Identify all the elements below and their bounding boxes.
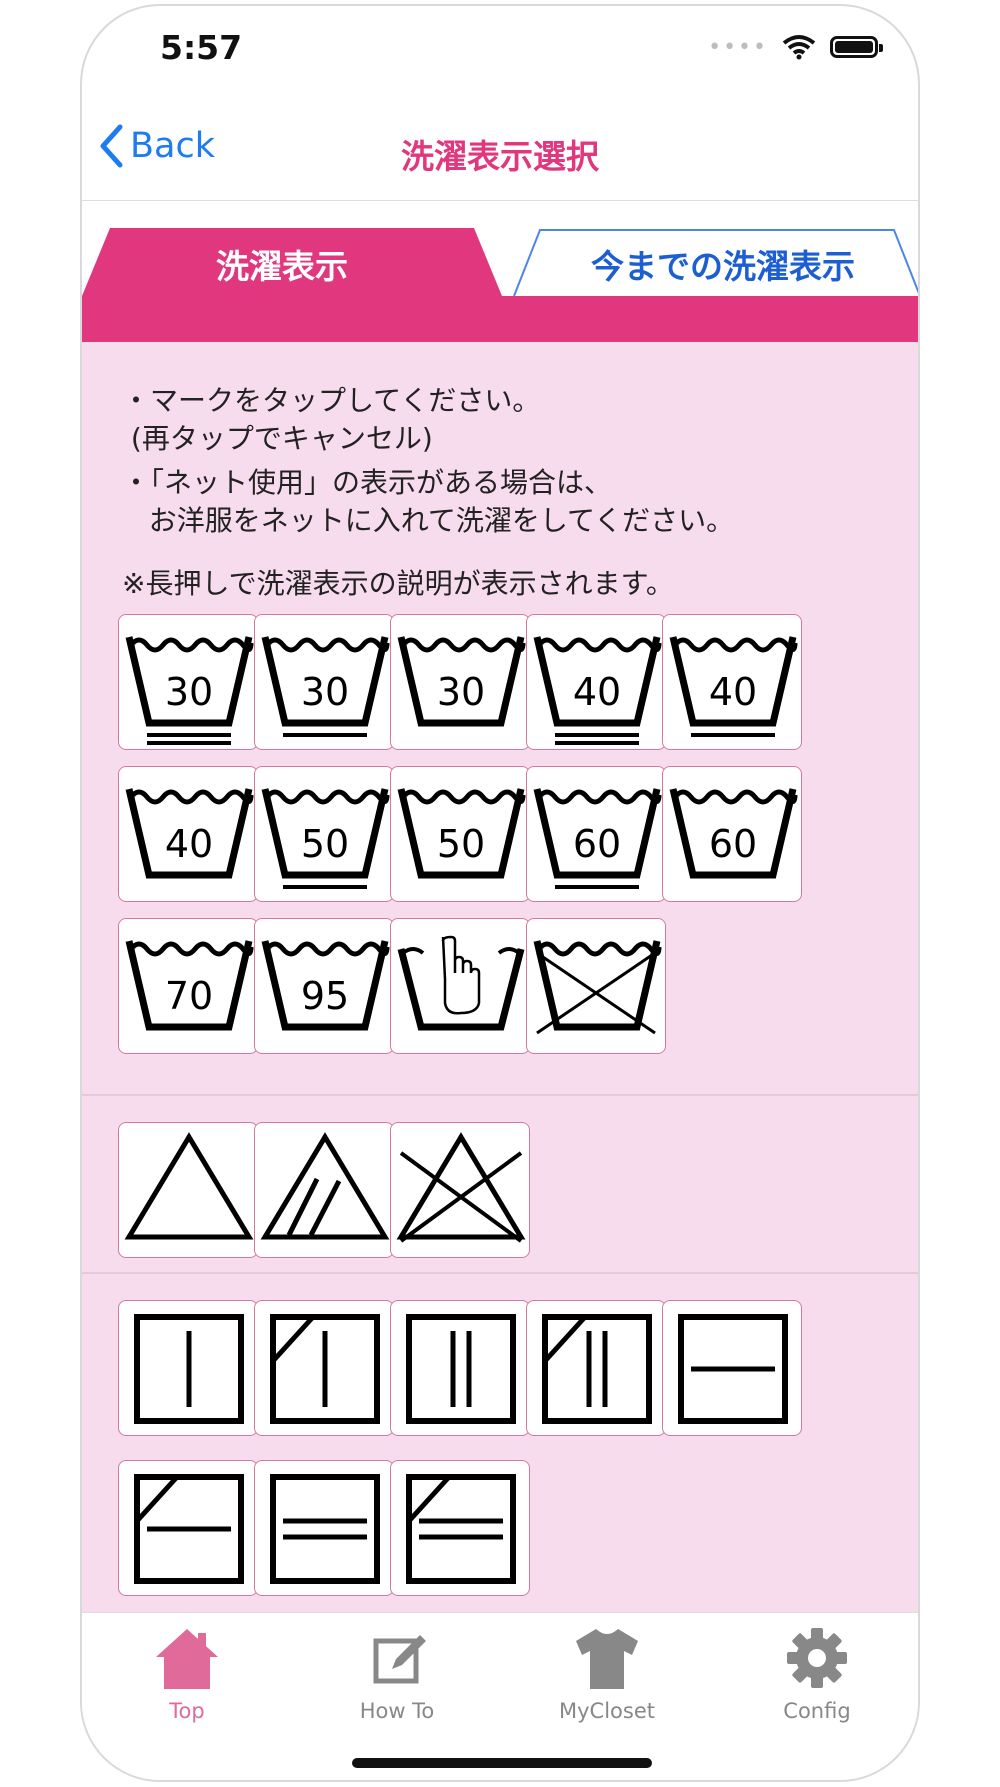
symbol-tile[interactable]: 95 <box>254 918 394 1054</box>
wash-temp-label: 95 <box>301 974 349 1018</box>
tabbar-item-config[interactable]: Config <box>732 1625 902 1723</box>
symbol-tile[interactable] <box>118 1122 258 1258</box>
symbol-tile[interactable]: 30 <box>118 614 258 750</box>
hand-wash-icon <box>397 935 525 1031</box>
symbol-tile[interactable] <box>526 1300 666 1436</box>
symbol-tile[interactable] <box>390 1460 530 1596</box>
cellular-signal-icon: •••• <box>708 34 768 60</box>
status-icons: •••• <box>708 34 883 60</box>
home-indicator <box>352 1758 652 1768</box>
symbol-tile[interactable] <box>526 918 666 1054</box>
tshirt-icon <box>576 1629 638 1689</box>
symbol-tile[interactable] <box>254 1122 394 1258</box>
drip-dry-icon <box>406 1314 516 1424</box>
edit-icon <box>373 1635 426 1684</box>
drip-dry-shade-icon <box>542 1314 652 1424</box>
tab-previous-symbols[interactable]: 今までの洗濯表示 <box>508 228 918 297</box>
symbol-tile[interactable] <box>254 1300 394 1436</box>
line-dry-icon <box>134 1314 244 1424</box>
device-frame: 5:57 •••• Back 洗濯表示選択 洗濯表示 今までの洗濯表示 ・マーク… <box>80 4 920 1782</box>
wash-temp-label: 50 <box>301 822 349 866</box>
gear-icon <box>787 1628 847 1688</box>
wash-95-icon: 95 <box>261 940 390 1031</box>
navigation-bar: Back 洗濯表示選択 <box>82 102 918 201</box>
do-not-bleach-icon <box>396 1132 526 1243</box>
wifi-icon <box>782 35 816 60</box>
wash-40-icon: 40 <box>669 636 798 737</box>
wash-60-icon: 60 <box>669 788 798 879</box>
flat-dry-icon <box>678 1314 788 1424</box>
wash-30-icon: 30 <box>261 636 390 737</box>
wash-40-icon: 40 <box>533 636 662 745</box>
tab-underline-band <box>82 296 918 342</box>
instruction-line: お洋服をネットに入れて洗濯をしてください。 <box>122 504 735 537</box>
tab-washing-symbols-label: 洗濯表示 <box>216 247 348 286</box>
wash-70-icon: 70 <box>125 940 254 1031</box>
section-divider <box>82 1094 918 1096</box>
tabbar-item-howto[interactable]: How To <box>312 1625 482 1723</box>
instruction-line: (再タップでキャンセル) <box>122 422 433 455</box>
symbol-tile[interactable] <box>662 1300 802 1436</box>
symbol-tile[interactable]: 30 <box>254 614 394 750</box>
wash-temp-label: 40 <box>709 670 757 714</box>
symbol-tile[interactable]: 70 <box>118 918 258 1054</box>
oxygen-bleach-only-icon <box>260 1132 390 1240</box>
symbol-tile[interactable]: 50 <box>390 766 530 902</box>
symbol-tile[interactable] <box>118 1300 258 1436</box>
instruction-line: ・「ネット使用」の表示がある場合は、 <box>122 466 613 499</box>
wash-50-icon: 50 <box>397 788 526 879</box>
symbol-tile[interactable] <box>390 1122 530 1258</box>
drip-flat-dry-shade-icon <box>406 1474 516 1584</box>
flat-dry-shade-icon <box>134 1474 244 1584</box>
wash-temp-label: 50 <box>437 822 485 866</box>
do-not-wash-icon <box>533 940 662 1035</box>
symbol-tile[interactable]: 40 <box>526 614 666 750</box>
wash-40-icon: 40 <box>125 788 254 879</box>
wash-temp-label: 30 <box>165 670 213 714</box>
tabbar-item-top[interactable]: Top <box>102 1625 272 1723</box>
instruction-line: ・マークをタップしてください。 <box>122 384 541 417</box>
symbol-tile[interactable] <box>390 1300 530 1436</box>
wash-temp-label: 30 <box>301 670 349 714</box>
wash-temp-label: 70 <box>165 974 213 1018</box>
symbol-tile[interactable] <box>254 1460 394 1596</box>
tabbar-label-config: Config <box>783 1699 851 1723</box>
tabbar-label-mycloset: MyCloset <box>559 1699 655 1723</box>
page-title: 洗濯表示選択 <box>401 137 599 176</box>
symbol-list[interactable]: ・マークをタップしてください。 (再タップでキャンセル) ・「ネット使用」の表示… <box>82 342 918 1612</box>
tab-washing-symbols[interactable]: 洗濯表示 <box>82 228 508 296</box>
line-dry-shade-icon <box>270 1314 380 1424</box>
wash-temp-label: 60 <box>709 822 757 866</box>
wash-30-icon: 30 <box>397 636 526 727</box>
segment-tabs: 洗濯表示 今までの洗濯表示 <box>82 228 918 342</box>
symbol-tile[interactable]: 60 <box>526 766 666 902</box>
tabbar-item-mycloset[interactable]: MyCloset <box>522 1625 692 1723</box>
symbol-tile[interactable]: 50 <box>254 766 394 902</box>
tabbar-label-howto: How To <box>359 1699 435 1723</box>
symbol-tile[interactable] <box>390 918 530 1054</box>
tab-bar: Top How To MyCloset Config <box>82 1612 918 1780</box>
symbol-tile[interactable]: 60 <box>662 766 802 902</box>
symbol-tile[interactable]: 40 <box>118 766 258 902</box>
wash-30-icon: 30 <box>125 636 254 745</box>
tab-previous-symbols-label: 今までの洗濯表示 <box>591 247 855 286</box>
section-divider <box>82 1272 918 1274</box>
tabbar-label-top: Top <box>169 1699 205 1723</box>
status-time: 5:57 <box>160 28 243 67</box>
wash-temp-label: 30 <box>437 670 485 714</box>
long-press-note: ※長押しで洗濯表示の説明が表示されます。 <box>122 567 674 600</box>
wash-temp-label: 40 <box>573 670 621 714</box>
home-icon <box>156 1629 218 1689</box>
symbol-tile[interactable]: 30 <box>390 614 530 750</box>
wash-60-icon: 60 <box>533 788 662 889</box>
symbol-tile[interactable]: 40 <box>662 614 802 750</box>
battery-icon <box>830 36 883 58</box>
drip-flat-dry-icon <box>270 1474 380 1584</box>
instructions: ・マークをタップしてください。 (再タップでキャンセル) ・「ネット使用」の表示… <box>122 382 734 540</box>
bleach-allowed-icon <box>124 1132 254 1240</box>
wash-temp-label: 40 <box>165 822 213 866</box>
wash-temp-label: 60 <box>573 822 621 866</box>
wash-50-icon: 50 <box>261 788 390 889</box>
symbol-tile[interactable] <box>118 1460 258 1596</box>
